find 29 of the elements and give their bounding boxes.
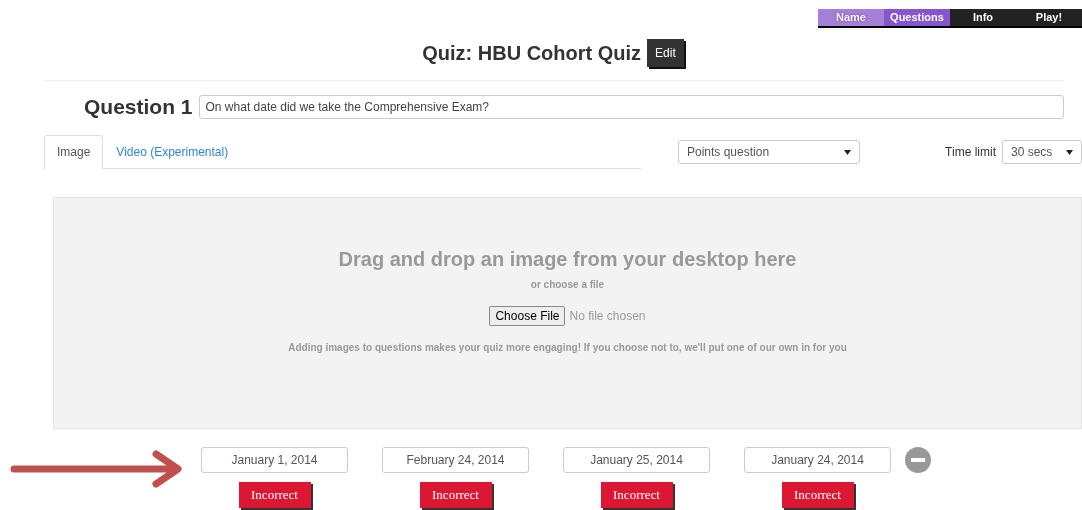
media-tab[interactable]: Image	[44, 135, 104, 170]
correctness-toggle[interactable]: Incorrect	[781, 482, 854, 508]
dropzone-hint: Adding images to questions makes your quiz more engaging! If you choose not to, we'll put one of our own in for you	[288, 342, 847, 353]
choose-file-button[interactable]: Choose File	[489, 306, 566, 326]
correctness-toggle[interactable]: Incorrect	[238, 482, 311, 508]
edit-button[interactable]: Edit	[647, 39, 684, 67]
remove-icon[interactable]	[905, 447, 931, 473]
caret-icon	[1066, 149, 1073, 155]
media-tab[interactable]: Video (Experimental)	[103, 135, 242, 168]
dropzone-subheading: or choose a file	[530, 279, 605, 290]
wizard-step[interactable]: Info	[950, 9, 1016, 28]
quiz-title: Quiz: HBU Cohort Quiz	[422, 41, 642, 65]
answer-field[interactable]: January 24, 2014	[744, 447, 891, 473]
answer-field[interactable]: January 1, 2014	[201, 447, 348, 473]
wizard-step[interactable]: Questions	[884, 9, 950, 28]
answer-field[interactable]: January 25, 2014	[563, 447, 710, 473]
answer-field[interactable]: February 24, 2014	[382, 447, 529, 473]
time-limit-select[interactable]: 30 secs	[1002, 140, 1082, 164]
caret-icon	[844, 149, 852, 155]
correctness-toggle[interactable]: Incorrect	[600, 482, 673, 508]
question-type-select[interactable]: Points question	[678, 140, 861, 164]
dropzone-heading: Drag and drop an image from your desktop here	[338, 248, 797, 271]
question-field[interactable]: On what date did we take the Comprehensive Exam?	[198, 95, 1064, 119]
file-status: No file chosen	[569, 309, 646, 323]
correctness-toggle[interactable]: Incorrect	[419, 482, 492, 508]
question-label: Question 1	[84, 95, 193, 119]
wizard-step[interactable]: Play!	[1016, 9, 1082, 28]
time-limit-label: Time limit	[945, 145, 996, 159]
image-dropzone[interactable]	[53, 197, 1082, 429]
